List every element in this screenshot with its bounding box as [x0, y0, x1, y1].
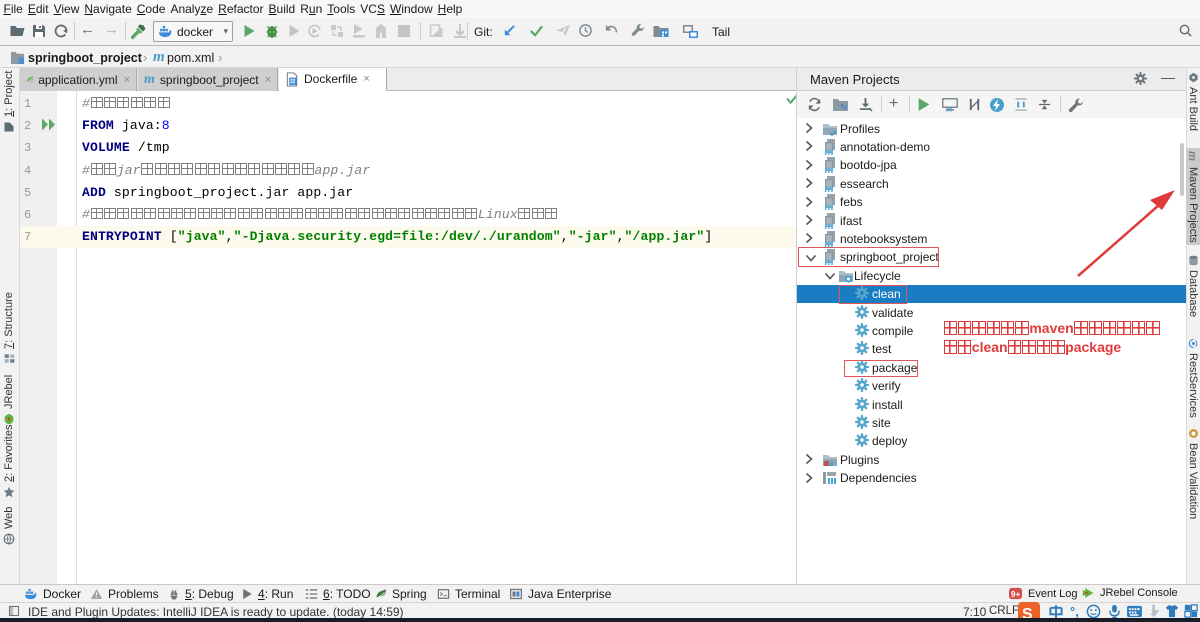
svg-text:m: m: [825, 199, 834, 210]
svg-text:m: m: [825, 144, 834, 155]
svg-text:m: m: [825, 218, 834, 229]
svg-text:m: m: [825, 162, 834, 173]
svg-text:9+: 9+: [1011, 589, 1021, 599]
svg-text:m: m: [946, 105, 952, 113]
svg-text:m: m: [825, 181, 834, 192]
svg-text:m: m: [825, 236, 834, 247]
